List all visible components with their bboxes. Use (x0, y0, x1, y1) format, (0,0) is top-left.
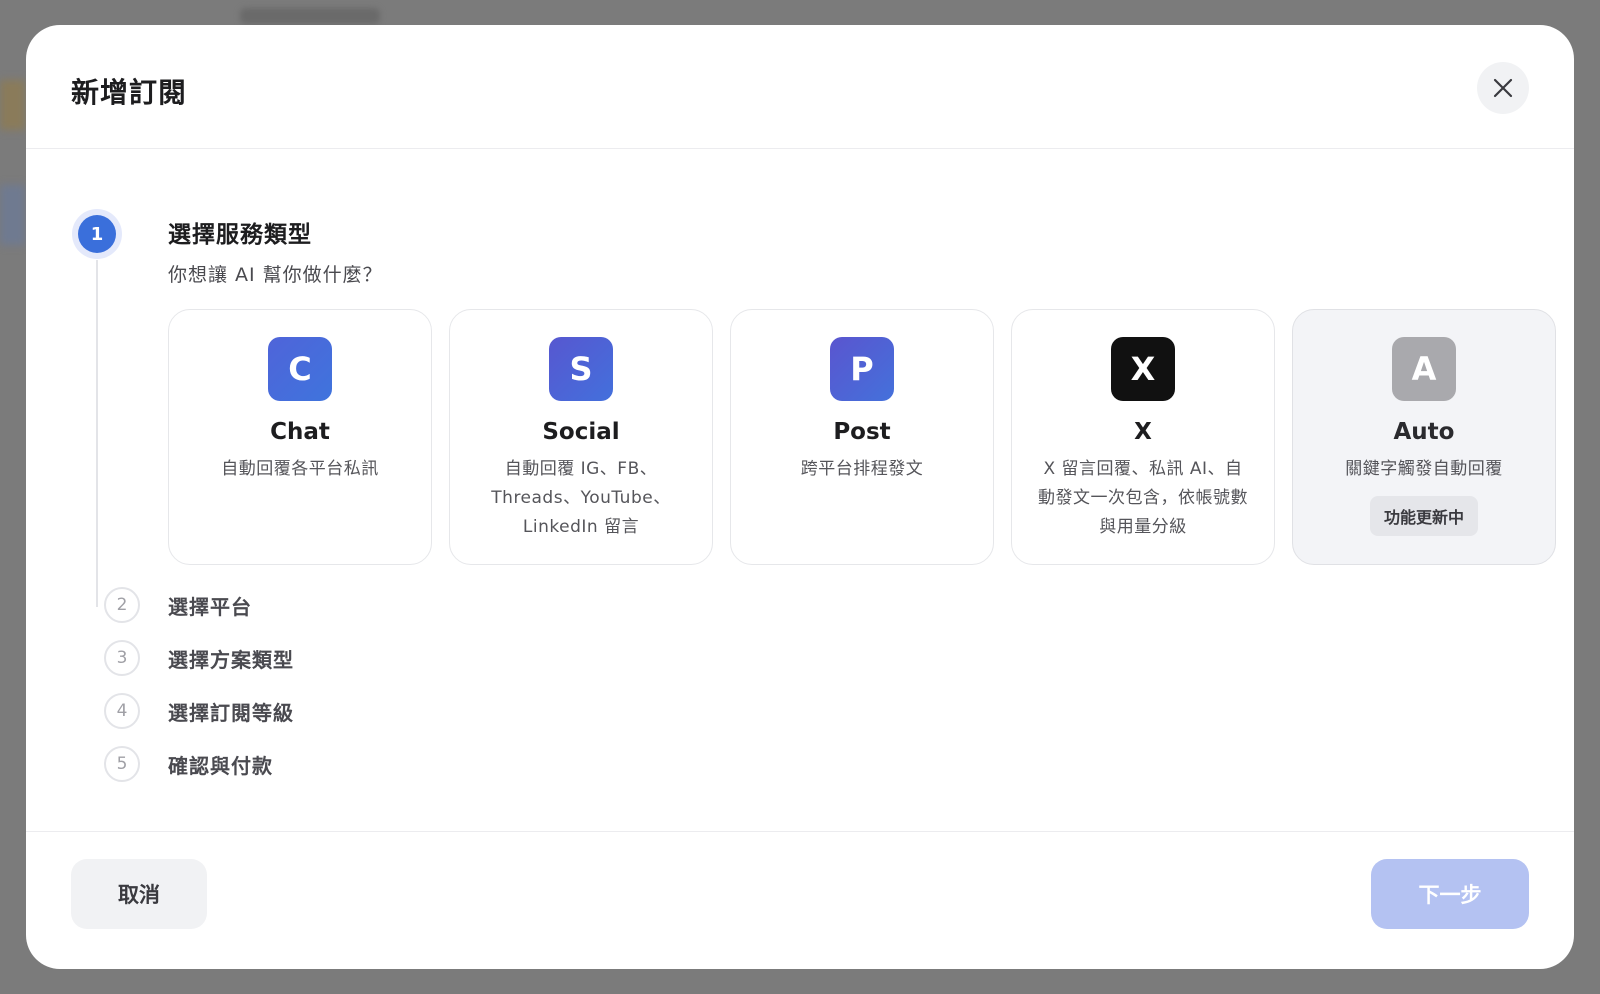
card-description: 跨平台排程發文 (800, 459, 924, 479)
step-5-label: 確認與付款 (168, 753, 273, 778)
post-letter-icon: P (830, 337, 894, 401)
card-name: Chat (270, 419, 330, 445)
card-description: 自動回覆 IG、FB、Threads、YouTube、LinkedIn 留言 (491, 459, 671, 537)
step-4-label: 選擇訂閱等級 (168, 700, 294, 725)
step-1-subtitle: 你想讓 AI 幫你做什麼？ (168, 264, 383, 286)
step-5-number: 5 (104, 746, 140, 782)
modal-title: 新增訂閱 (71, 76, 188, 109)
card-name: Auto (1393, 419, 1455, 445)
close-button[interactable] (1477, 62, 1529, 114)
auto-letter-icon: A (1392, 337, 1456, 401)
card-description: 自動回覆各平台私訊 (221, 459, 379, 479)
next-step-button[interactable]: 下一步 (1371, 859, 1529, 929)
step-2-label: 選擇平台 (168, 594, 252, 619)
step-2-row: 2 選擇平台 (104, 587, 252, 623)
social-letter-icon: S (549, 337, 613, 401)
card-name: Post (833, 419, 891, 445)
step-4-number: 4 (104, 693, 140, 729)
modal-header: 新增訂閱 (26, 25, 1574, 149)
service-card-post[interactable]: P Post 跨平台排程發文 (730, 309, 994, 565)
step-5-row: 5 確認與付款 (104, 746, 273, 782)
status-badge: 功能更新中 (1369, 496, 1478, 536)
chat-letter-icon: C (268, 337, 332, 401)
step-1-number: 1 (78, 215, 116, 253)
backdrop-heading (240, 8, 380, 24)
step-3-row: 3 選擇方案類型 (104, 640, 294, 676)
step-4-row: 4 選擇訂閱等級 (104, 693, 294, 729)
card-description: 關鍵字觸發自動回覆 (1345, 459, 1503, 479)
backdrop-element (0, 185, 25, 245)
x-letter-icon: X (1111, 337, 1175, 401)
step-2-number: 2 (104, 587, 140, 623)
close-icon (1493, 78, 1513, 98)
footer-divider (26, 831, 1574, 832)
service-type-cards: C Chat 自動回覆各平台私訊 S Social 自動回覆 IG、FB、Thr… (168, 309, 1556, 565)
step-1-indicator: 1 (72, 209, 122, 259)
service-card-chat[interactable]: C Chat 自動回覆各平台私訊 (168, 309, 432, 565)
step-connector-line (96, 260, 98, 607)
step-1-title: 選擇服務類型 (168, 222, 312, 248)
add-subscription-modal: 新增訂閱 1 選擇服務類型 你想讓 AI 幫你做什麼？ C Chat 自動回覆各… (26, 25, 1574, 969)
backdrop-element (0, 80, 25, 130)
cancel-button[interactable]: 取消 (71, 859, 207, 929)
service-card-auto: A Auto 關鍵字觸發自動回覆 功能更新中 (1292, 309, 1556, 565)
step-3-number: 3 (104, 640, 140, 676)
card-name: X (1134, 419, 1152, 445)
step-3-label: 選擇方案類型 (168, 647, 294, 672)
card-description: X 留言回覆、私訊 AI、自動發文一次包含，依帳號數與用量分級 (1038, 459, 1248, 537)
service-card-social[interactable]: S Social 自動回覆 IG、FB、Threads、YouTube、Link… (449, 309, 713, 565)
card-name: Social (542, 419, 620, 445)
service-card-x[interactable]: X X X 留言回覆、私訊 AI、自動發文一次包含，依帳號數與用量分級 (1011, 309, 1275, 565)
